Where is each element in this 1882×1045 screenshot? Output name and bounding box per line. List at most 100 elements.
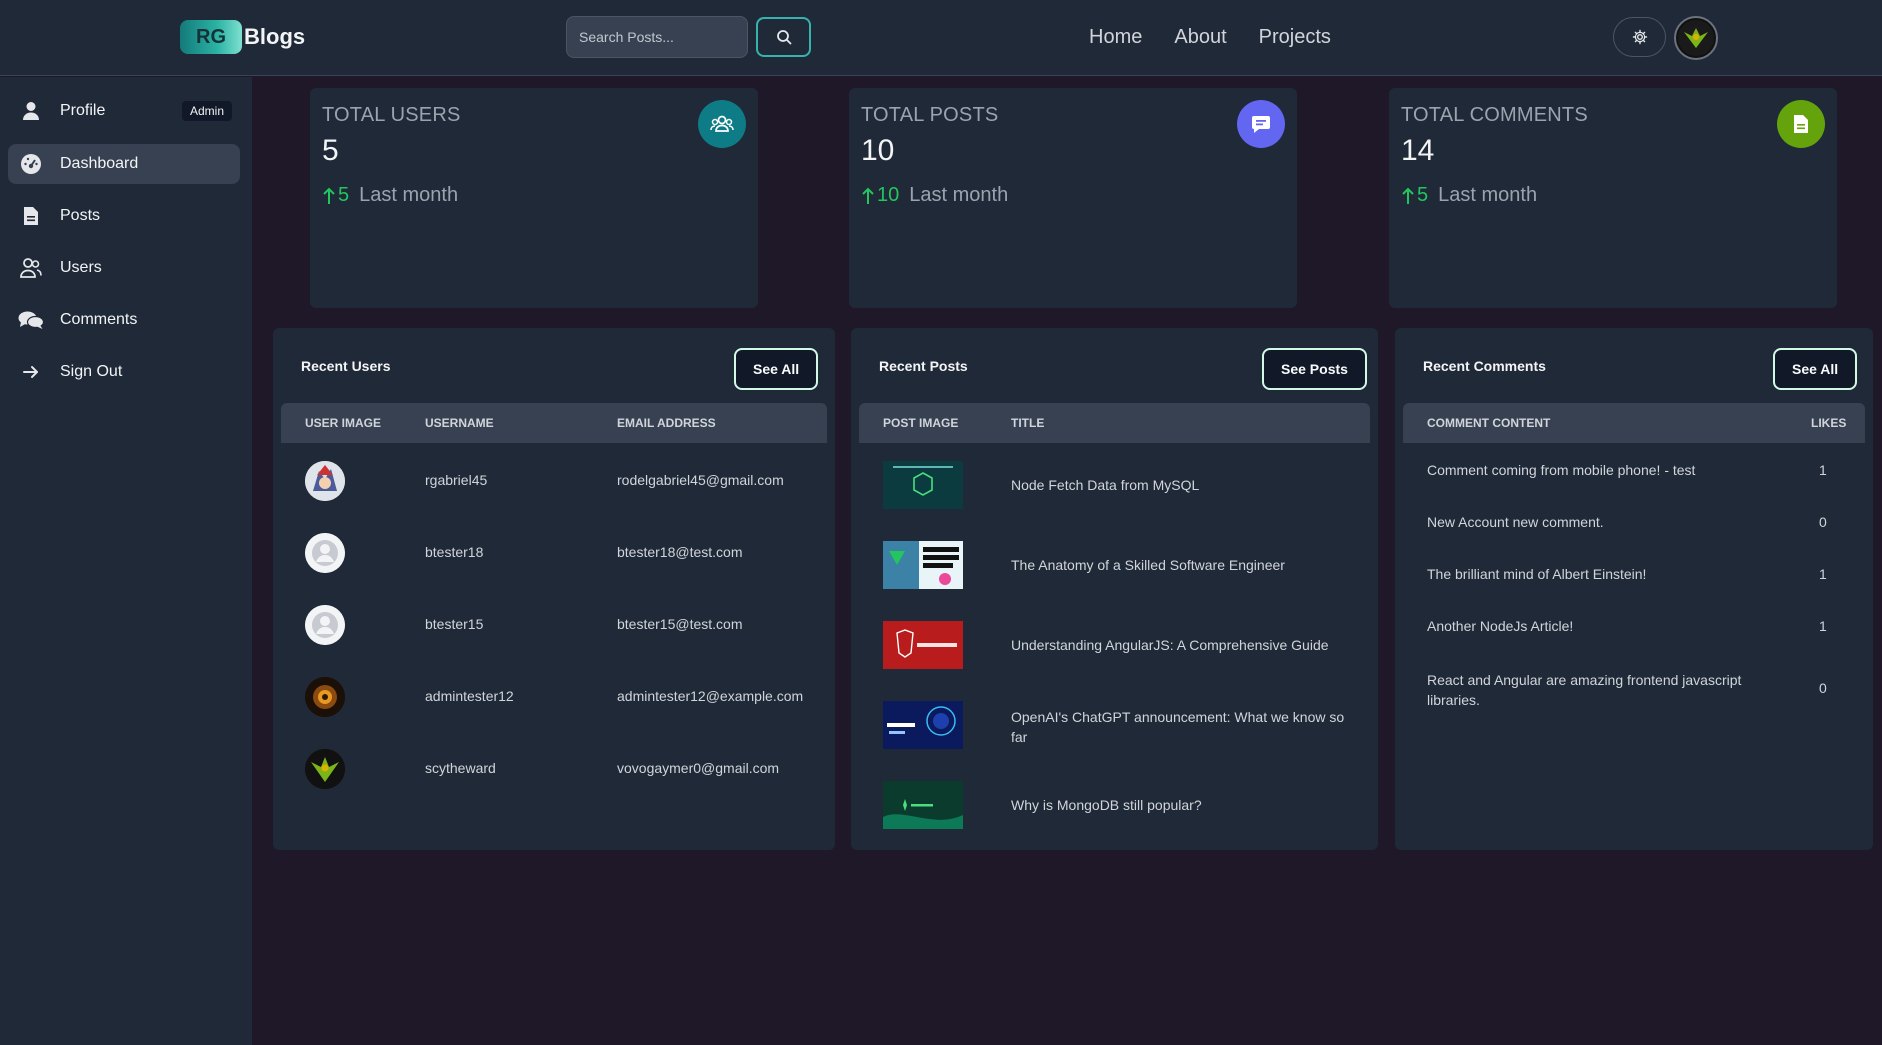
stat-trend-label: Last month — [1438, 184, 1538, 206]
top-header: RG Blogs Home About Projects — [0, 0, 1882, 76]
recent-users-panel: Recent Users See All USER IMAGE USERNAME… — [273, 328, 835, 850]
dashboard-icon — [18, 153, 44, 175]
see-posts-button[interactable]: See Posts — [1262, 348, 1367, 390]
chat-icon — [1237, 100, 1285, 148]
stat-value: 10 — [861, 134, 895, 167]
logo-text: Blogs — [244, 24, 306, 49]
stat-title: TOTAL COMMENTS — [1401, 104, 1588, 126]
theme-settings-button[interactable] — [1613, 17, 1666, 57]
table-row: Node Fetch Data from MySQL — [859, 445, 1370, 525]
search-input[interactable] — [566, 16, 748, 58]
recent-posts-panel: Recent Posts See Posts POST IMAGE TITLE … — [851, 328, 1378, 850]
panel-title: Recent Comments — [1423, 358, 1546, 374]
likes-cell: 0 — [1819, 514, 1827, 530]
column-header: POST IMAGE — [883, 416, 959, 430]
table-row: btester18 btester18@test.com — [281, 517, 827, 589]
stat-value: 5 — [322, 134, 339, 167]
sidebar-item-label: Users — [60, 259, 102, 276]
sidebar: Profile Admin Dashboard Posts Users Comm… — [0, 77, 252, 1045]
likes-cell: 1 — [1819, 566, 1827, 582]
stat-trend-value: 5 — [1417, 184, 1429, 206]
table-row: The Anatomy of a Skilled Software Engine… — [859, 525, 1370, 605]
post-title-cell[interactable]: OpenAI's ChatGPT announcement: What we k… — [1011, 707, 1351, 747]
column-header: EMAIL ADDRESS — [617, 416, 716, 430]
username-cell: admintester12 — [425, 688, 514, 704]
stat-trend-label: Last month — [909, 184, 1009, 206]
column-header: USERNAME — [425, 416, 494, 430]
users-icon — [18, 257, 44, 279]
username-cell: btester15 — [425, 616, 484, 632]
nav-projects[interactable]: Projects — [1259, 26, 1331, 49]
sidebar-item-sign-out[interactable]: Sign Out — [8, 352, 240, 392]
panel-title: Recent Users — [301, 358, 391, 374]
likes-cell: 0 — [1819, 680, 1827, 696]
table-row: Another NodeJs Article! 1 — [1403, 601, 1865, 653]
sidebar-item-posts[interactable]: Posts — [8, 196, 240, 236]
sidebar-item-users[interactable]: Users — [8, 248, 240, 288]
arrow-up-icon — [322, 187, 336, 205]
comments-icon — [18, 309, 44, 331]
user-avatar[interactable] — [1674, 16, 1718, 60]
stat-card-total-users: TOTAL USERS 5 5 Last month — [310, 88, 758, 308]
table-row: rgabriel45 rodelgabriel45@gmail.com — [281, 445, 827, 517]
table-header: USER IMAGE USERNAME EMAIL ADDRESS — [281, 403, 827, 443]
sidebar-item-label: Profile — [60, 102, 106, 119]
default-avatar-icon — [305, 605, 345, 645]
document-icon — [1777, 100, 1825, 148]
post-thumbnail[interactable] — [883, 541, 963, 589]
document-icon — [18, 205, 44, 227]
sidebar-item-label: Posts — [60, 207, 101, 224]
sidebar-item-profile[interactable]: Profile Admin — [8, 91, 240, 131]
table-row: admintester12 admintester12@example.com — [281, 661, 827, 733]
comment-content-cell: Comment coming from mobile phone! - test — [1427, 462, 1696, 478]
see-all-users-button[interactable]: See All — [734, 348, 819, 390]
sidebar-item-dashboard[interactable]: Dashboard — [8, 144, 240, 184]
comment-content-cell: The brilliant mind of Albert Einstein! — [1427, 566, 1647, 582]
post-title-cell[interactable]: Why is MongoDB still popular? — [1011, 797, 1202, 813]
post-title-cell[interactable]: Node Fetch Data from MySQL — [1011, 477, 1199, 493]
column-header: USER IMAGE — [305, 416, 382, 430]
nav-home[interactable]: Home — [1089, 26, 1142, 49]
table-row: React and Angular are amazing frontend j… — [1403, 653, 1865, 713]
comment-content-cell: New Account new comment. — [1427, 514, 1604, 530]
stat-trend: 5 Last month — [322, 184, 458, 207]
stat-title: TOTAL POSTS — [861, 104, 999, 126]
sidebar-item-label: Comments — [60, 311, 138, 328]
post-title-cell[interactable]: Understanding AngularJS: A Comprehensive… — [1011, 637, 1329, 653]
column-header: LIKES — [1811, 416, 1847, 430]
stat-card-total-posts: TOTAL POSTS 10 10 Last month — [849, 88, 1297, 308]
main-nav: Home About Projects — [1089, 26, 1331, 49]
post-thumbnail[interactable] — [883, 701, 963, 749]
admin-badge: Admin — [181, 101, 232, 121]
site-logo[interactable]: RG Blogs — [180, 20, 305, 54]
table-row: New Account new comment. 0 — [1403, 497, 1865, 549]
stat-trend: 5 Last month — [1401, 184, 1537, 207]
comment-content-cell: React and Angular are amazing frontend j… — [1427, 672, 1742, 708]
email-cell: btester15@test.com — [617, 616, 743, 632]
sidebar-item-comments[interactable]: Comments — [8, 300, 240, 340]
username-cell: btester18 — [425, 544, 484, 560]
user-avatar — [305, 677, 345, 717]
table-row: OpenAI's ChatGPT announcement: What we k… — [859, 685, 1370, 765]
username-cell: rgabriel45 — [425, 472, 488, 488]
table-row: btester15 btester15@test.com — [281, 589, 827, 661]
see-all-comments-button[interactable]: See All — [1773, 348, 1858, 390]
column-header: COMMENT CONTENT — [1427, 416, 1551, 430]
stat-trend-value: 10 — [877, 184, 900, 206]
column-header: TITLE — [1011, 416, 1045, 430]
likes-cell: 1 — [1819, 462, 1827, 478]
arrow-up-icon — [1401, 187, 1415, 205]
post-thumbnail[interactable] — [883, 781, 963, 829]
avatar-emblem-icon — [1678, 20, 1714, 56]
email-cell: vovogaymer0@gmail.com — [617, 760, 780, 776]
post-thumbnail[interactable] — [883, 461, 963, 509]
stat-title: TOTAL USERS — [322, 104, 461, 126]
post-thumbnail[interactable] — [883, 621, 963, 669]
post-title-cell[interactable]: The Anatomy of a Skilled Software Engine… — [1011, 557, 1285, 573]
nav-about[interactable]: About — [1174, 26, 1226, 49]
sidebar-item-label: Dashboard — [60, 155, 139, 172]
recent-comments-panel: Recent Comments See All COMMENT CONTENT … — [1395, 328, 1873, 850]
search-button[interactable] — [756, 17, 811, 57]
table-row: Comment coming from mobile phone! - test… — [1403, 445, 1865, 497]
table-header: POST IMAGE TITLE — [859, 403, 1370, 443]
